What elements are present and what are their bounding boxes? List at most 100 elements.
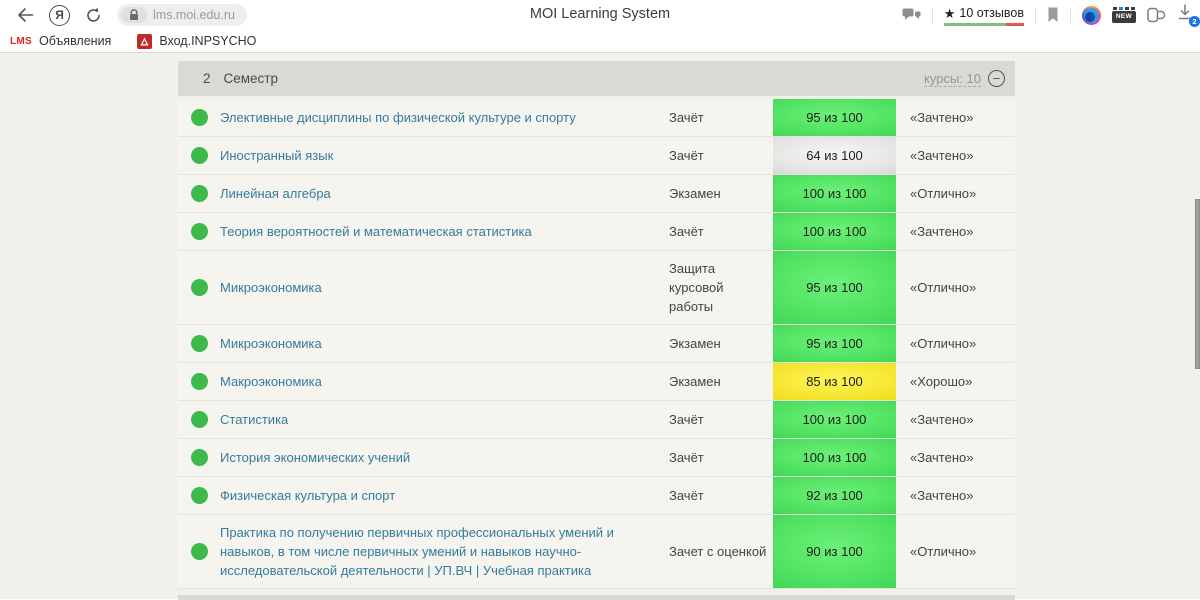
table-row: Статистика Зачёт 100 из 100 «Зачтено»: [178, 401, 1015, 439]
course-link[interactable]: Теория вероятностей и математическая ста…: [220, 224, 532, 239]
grade-label: «Зачтено»: [910, 148, 974, 163]
grade-label: «Зачтено»: [910, 488, 974, 503]
table-row: История экономических учений Зачёт 100 и…: [178, 439, 1015, 477]
course-link[interactable]: Микроэкономика: [220, 280, 322, 295]
assessment-type-label: Зачёт: [669, 148, 704, 163]
grade-label: «Отлично»: [910, 280, 977, 295]
status-dot-cell: [178, 543, 220, 560]
assessment-type-label: Экзамен: [669, 374, 721, 389]
site-reviews-button[interactable]: ★ 10 отзывов: [943, 5, 1024, 26]
lms-logo: LMS: [10, 35, 33, 47]
rating-bar: [943, 23, 1024, 26]
score-cell: 90 из 100: [773, 515, 896, 588]
course-link[interactable]: Линейная алгебра: [220, 186, 331, 201]
grade-label: «Зачтено»: [910, 110, 974, 125]
chat-bubbles-icon: [902, 8, 921, 20]
tab-groups-button[interactable]: [1147, 7, 1166, 23]
grade-label: «Отлично»: [910, 544, 977, 559]
course-name-cell: Теория вероятностей и математическая ста…: [220, 214, 669, 249]
course-table: Элективные дисциплины по физической куль…: [178, 99, 1015, 589]
score-cell: 100 из 100: [773, 439, 896, 476]
grade-label: «Зачтено»: [910, 224, 974, 239]
table-row: Элективные дисциплины по физической куль…: [178, 99, 1015, 137]
bookmark-item-inpsycho[interactable]: Вход.INPSYCHO: [137, 33, 256, 49]
course-link[interactable]: Практика по получению первичных професси…: [220, 525, 614, 578]
course-link[interactable]: История экономических учений: [220, 450, 410, 465]
status-dot-cell: [178, 223, 220, 240]
table-row: Макроэкономика Экзамен 85 из 100 «Хорошо…: [178, 363, 1015, 401]
grade-label: «Отлично»: [910, 186, 977, 201]
semester-2-header: 2 Семестр курсы: 10 −: [178, 61, 1015, 96]
course-link[interactable]: Иностранный язык: [220, 148, 333, 163]
courses-count-link[interactable]: курсы: 10: [924, 71, 981, 87]
score-cell: 100 из 100: [773, 175, 896, 212]
assessment-type-label: Экзамен: [669, 186, 721, 201]
university-crest-icon: [137, 33, 153, 49]
toolbar-right-cluster: ★ 10 отзывов NEW 2: [902, 0, 1200, 30]
course-link[interactable]: Макроэкономика: [220, 374, 322, 389]
toolbar-separator: [1035, 7, 1036, 23]
address-bar[interactable]: lms.moi.edu.ru: [117, 4, 247, 26]
table-row: Теория вероятностей и математическая ста…: [178, 213, 1015, 251]
collapse-section-button[interactable]: −: [988, 70, 1005, 87]
feedback-button[interactable]: [902, 8, 921, 23]
status-dot-icon: [190, 109, 208, 126]
reviews-count-label: 10 отзывов: [959, 6, 1024, 20]
star-icon: ★: [943, 5, 956, 21]
new-extension-icon[interactable]: NEW: [1112, 6, 1136, 24]
table-row: Линейная алгебра Экзамен 100 из 100 «Отл…: [178, 175, 1015, 213]
status-dot-icon: [190, 223, 208, 240]
semester-3-header: 3 Семестр курсы: 10 +: [178, 595, 1015, 600]
status-dot-cell: [178, 109, 220, 126]
yandex-logo-button[interactable]: Я: [49, 4, 70, 26]
bookmark-flag-icon: [1048, 7, 1058, 22]
status-dot-cell: [178, 335, 220, 352]
vertical-scrollbar-thumb[interactable]: [1195, 199, 1200, 369]
bookmark-page-button[interactable]: [1047, 7, 1059, 23]
status-dot-icon: [190, 185, 208, 202]
course-link[interactable]: Элективные дисциплины по физической куль…: [220, 110, 576, 125]
score-cell: 100 из 100: [773, 401, 896, 438]
grade-label: «Хорошо»: [910, 374, 973, 389]
site-security-chip[interactable]: [121, 7, 147, 23]
course-name-cell: Микроэкономика: [220, 326, 669, 361]
downloads-count-badge: 2: [1189, 16, 1200, 27]
score-cell: 100 из 100: [773, 213, 896, 250]
refresh-icon: [86, 7, 100, 22]
status-dot-cell: [178, 449, 220, 466]
bookmark-item-announcements[interactable]: LMS Объявления: [10, 34, 111, 48]
table-row: Практика по получению первичных професси…: [178, 515, 1015, 589]
score-cell: 95 из 100: [773, 325, 896, 362]
downloads-button[interactable]: 2: [1177, 4, 1200, 27]
course-name-cell: Статистика: [220, 402, 669, 437]
back-button[interactable]: [14, 4, 36, 26]
status-dot-cell: [178, 147, 220, 164]
status-dot-icon: [190, 487, 208, 504]
status-dot-cell: [178, 185, 220, 202]
status-dot-cell: [178, 411, 220, 428]
refresh-button[interactable]: [82, 4, 104, 26]
score-cell: 95 из 100: [773, 251, 896, 324]
course-link[interactable]: Микроэкономика: [220, 336, 322, 351]
toolbar-separator: [1070, 7, 1071, 23]
course-link[interactable]: Физическая культура и спорт: [220, 488, 395, 503]
url-text: lms.moi.edu.ru: [153, 8, 235, 22]
status-dot-icon: [190, 411, 208, 428]
course-name-cell: Практика по получению первичных професси…: [220, 515, 669, 588]
table-row: Физическая культура и спорт Зачёт 92 из …: [178, 477, 1015, 515]
status-dot-icon: [190, 449, 208, 466]
course-link[interactable]: Статистика: [220, 412, 288, 427]
grades-panel: 2 Семестр курсы: 10 − Элективные дисципл…: [178, 61, 1015, 600]
grade-label: «Зачтено»: [910, 412, 974, 427]
status-dot-icon: [190, 335, 208, 352]
score-cell: 92 из 100: [773, 477, 896, 514]
assessment-type-label: Экзамен: [669, 336, 721, 351]
course-name-cell: Макроэкономика: [220, 364, 669, 399]
table-row: Микроэкономика Защита курсовой работы 95…: [178, 251, 1015, 325]
table-row: Микроэкономика Экзамен 95 из 100 «Отличн…: [178, 325, 1015, 363]
browser-extension-icon[interactable]: [1082, 5, 1101, 25]
course-name-cell: Линейная алгебра: [220, 176, 669, 211]
tab-groups-icon: [1147, 7, 1166, 23]
assessment-type-label: Зачёт: [669, 450, 704, 465]
assessment-type-label: Защита курсовой работы: [669, 261, 724, 314]
